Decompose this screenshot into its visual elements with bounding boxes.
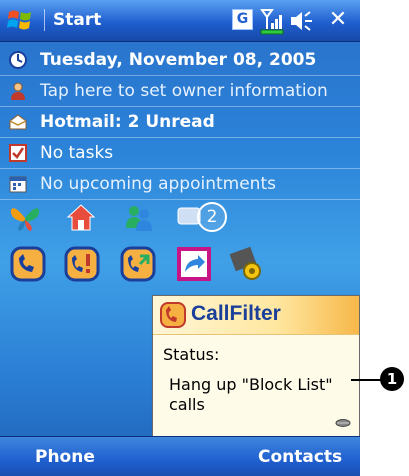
gprs-indicator-icon[interactable]: G [232, 9, 253, 30]
callfilter-warning-icon[interactable] [64, 246, 100, 282]
windows-start-flag-icon[interactable] [6, 6, 34, 34]
phone-softkey[interactable]: Phone [35, 447, 95, 467]
app-shortcuts-row [0, 244, 360, 288]
today-appointments-text: No upcoming appointments [40, 173, 276, 194]
clock-icon [9, 50, 27, 69]
title-bar: Start G ✕ [0, 0, 360, 42]
msn-butterfly-icon[interactable] [8, 200, 42, 234]
notification-count-badge[interactable]: 2 [197, 202, 227, 232]
callfilter-logo-icon [160, 302, 186, 328]
today-owner-text: Tap here to set owner information [40, 80, 328, 101]
tasks-checkbox-icon [9, 143, 27, 162]
window-title[interactable]: Start [44, 9, 101, 31]
callout-leader-line [351, 379, 383, 381]
home-icon[interactable] [64, 200, 98, 234]
volume-icon[interactable] [288, 8, 314, 34]
signal-strength-icon[interactable] [259, 7, 285, 35]
today-tasks-row[interactable]: No tasks [0, 137, 360, 169]
quick-icons-row: 2 [0, 196, 360, 240]
contacts-softkey[interactable]: Contacts [258, 447, 342, 467]
pocketpc-screen: Start G ✕ Tuesday, November 08, 2005 Tap… [0, 0, 360, 476]
today-mail-row[interactable]: Hotmail: 2 Unread [0, 106, 360, 138]
today-date-row[interactable]: Tuesday, November 08, 2005 [0, 44, 360, 76]
gear-chip-icon[interactable] [228, 246, 264, 282]
callfilter-header: CallFilter [153, 296, 359, 335]
close-button[interactable]: ✕ [326, 8, 350, 32]
callout-number-badge: 1 [380, 367, 404, 391]
today-date-text: Tuesday, November 08, 2005 [40, 49, 317, 70]
messenger-buddies-icon[interactable] [122, 200, 156, 234]
callfilter-title: CallFilter [191, 302, 281, 325]
callfilter-share-icon[interactable] [176, 246, 212, 282]
owner-person-icon [11, 82, 25, 100]
callfilter-message: Hang up "Block List" calls [169, 375, 333, 414]
callfilter-phone-icon[interactable] [10, 246, 46, 282]
softkey-bar: Phone Contacts [0, 436, 360, 476]
callfilter-arrow-icon[interactable] [120, 246, 156, 282]
dismiss-grip-icon[interactable] [335, 418, 351, 428]
today-tasks-text: No tasks [40, 142, 114, 163]
today-mail-text: Hotmail: 2 Unread [40, 111, 215, 132]
callfilter-notification[interactable]: CallFilter Status: Hang up "Block List" … [152, 295, 360, 438]
callfilter-status-label: Status: [163, 345, 220, 364]
inbox-icon [9, 113, 27, 129]
calendar-icon [9, 176, 27, 192]
today-owner-row[interactable]: Tap here to set owner information [0, 75, 360, 107]
